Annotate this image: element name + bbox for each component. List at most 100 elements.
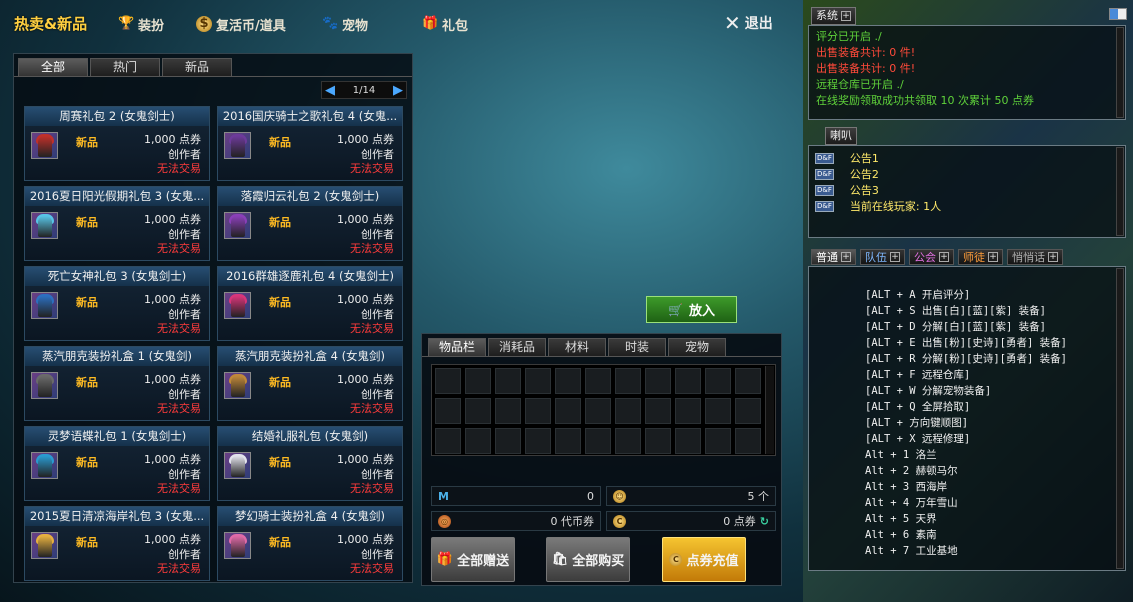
inventory-slot[interactable]: [555, 398, 581, 424]
chat-line: Alt + 1 洛兰: [865, 449, 937, 461]
tab-hot[interactable]: 热门: [90, 58, 160, 76]
recharge-button[interactable]: C 点券充值: [662, 537, 746, 582]
tab-consumables[interactable]: 消耗品: [488, 338, 546, 356]
inventory-panel: 物品栏 消耗品 材料 时装 宠物 M 0 ☺ 5 个 ◎ 0 代币券 C 0 点…: [421, 333, 782, 586]
prev-page-icon[interactable]: ◀: [325, 83, 335, 98]
item-trade-status: 无法交易: [350, 242, 394, 255]
item-thumbnail: [31, 532, 58, 559]
inventory-slot[interactable]: [675, 428, 701, 454]
item-trade-status: 无法交易: [157, 322, 201, 335]
nav-revive-coin-button[interactable]: $ 复活币/道具: [196, 13, 286, 35]
item-card[interactable]: 2016夏日阳光假期礼包 3 (女鬼... 新品 1,000 点券 创作者 无法交易: [24, 186, 210, 261]
inventory-slot[interactable]: [585, 398, 611, 424]
horn-scrollbar[interactable]: [1116, 147, 1124, 236]
chat-scrollbar[interactable]: [1116, 268, 1124, 569]
inventory-slot[interactable]: [615, 428, 641, 454]
item-card[interactable]: 结婚礼服礼包 (女鬼剑) 新品 1,000 点券 创作者 无法交易: [217, 426, 403, 501]
refresh-icon[interactable]: ↻: [760, 515, 769, 528]
tab-fashion[interactable]: 时装: [608, 338, 666, 356]
inventory-slot[interactable]: [525, 398, 551, 424]
inventory-scrollbar[interactable]: [765, 366, 774, 454]
inventory-slot[interactable]: [705, 428, 731, 454]
gift-all-button[interactable]: 🎁 全部赠送: [431, 537, 515, 582]
chat-tab[interactable]: 师徒 +: [958, 249, 1003, 265]
item-card[interactable]: 灵梦语蝶礼包 1 (女鬼剑士) 新品 1,000 点券 创作者 无法交易: [24, 426, 210, 501]
tab-items[interactable]: 物品栏: [428, 338, 486, 356]
inventory-slot[interactable]: [525, 368, 551, 394]
tab-pets[interactable]: 宠物: [668, 338, 726, 356]
chat-tab[interactable]: 悄悄话 +: [1007, 249, 1063, 265]
inventory-slot[interactable]: [675, 398, 701, 424]
inventory-slot[interactable]: [465, 398, 491, 424]
inventory-slot[interactable]: [585, 428, 611, 454]
chat-line: Alt + 3 西海岸: [865, 481, 948, 493]
thumb-figure: [38, 456, 52, 477]
inventory-slot[interactable]: [495, 368, 521, 394]
exit-button[interactable]: ✕ 退出: [724, 13, 773, 33]
item-card[interactable]: 周赛礼包 2 (女鬼剑士) 新品 1,000 点券 创作者 无法交易: [24, 106, 210, 181]
buy-all-label: 全部购买: [572, 554, 625, 569]
inventory-slot[interactable]: [435, 368, 461, 394]
system-message: 评分已开启 ./: [816, 30, 882, 43]
inventory-slot[interactable]: [615, 368, 641, 394]
tab-new[interactable]: 新品: [162, 58, 232, 76]
logo-text-2: &新品: [44, 15, 88, 33]
inventory-slot[interactable]: [435, 428, 461, 454]
inventory-slot[interactable]: [675, 368, 701, 394]
chat-tab[interactable]: 公会 +: [909, 249, 954, 265]
inventory-slot[interactable]: [735, 398, 761, 424]
inventory-slot[interactable]: [735, 368, 761, 394]
chat-line: [ALT + F 远程仓库]: [865, 369, 971, 381]
next-page-icon[interactable]: ▶: [393, 83, 403, 98]
hot-new-logo[interactable]: 热卖&新品: [14, 13, 87, 34]
item-card[interactable]: 2015夏日清凉海岸礼包 3 (女鬼... 新品 1,000 点券 创作者 无法交易: [24, 506, 210, 581]
inventory-slot[interactable]: [465, 368, 491, 394]
item-card[interactable]: 死亡女神礼包 3 (女鬼剑士) 新品 1,000 点券 创作者 无法交易: [24, 266, 210, 341]
inventory-slot[interactable]: [705, 398, 731, 424]
nav-costume-button[interactable]: 🏆 装扮: [118, 13, 164, 35]
tab-all[interactable]: 全部: [18, 58, 88, 76]
nav-costume-label: 装扮: [138, 18, 165, 34]
item-price: 1,000 点券: [337, 133, 394, 146]
inventory-slot[interactable]: [435, 398, 461, 424]
dianquan-wrap: 0 点券 ↻: [723, 513, 769, 529]
item-card[interactable]: 蒸汽朋克装扮礼盒 4 (女鬼剑) 新品 1,000 点券 创作者 无法交易: [217, 346, 403, 421]
inventory-slot[interactable]: [705, 368, 731, 394]
system-scrollbar[interactable]: [1116, 27, 1124, 118]
inventory-slot[interactable]: [585, 368, 611, 394]
inventory-slot[interactable]: [555, 428, 581, 454]
inventory-slot[interactable]: [645, 398, 671, 424]
expand-icon: +: [1048, 252, 1058, 262]
chat-tab[interactable]: 队伍 +: [860, 249, 905, 265]
chat-tab-label: 队伍: [865, 250, 887, 264]
inventory-slot[interactable]: [735, 428, 761, 454]
item-card[interactable]: 2016群雄逐鹿礼包 4 (女鬼剑士) 新品 1,000 点券 创作者 无法交易: [217, 266, 403, 341]
mileage-icon: M: [438, 489, 449, 503]
window-toggle-icon[interactable]: [1109, 8, 1127, 20]
thumb-figure: [231, 376, 245, 397]
item-card[interactable]: 梦幻骑士装扮礼盒 4 (女鬼剑) 新品 1,000 点券 创作者 无法交易: [217, 506, 403, 581]
item-title: 结婚礼服礼包 (女鬼剑): [218, 427, 402, 446]
inventory-slot[interactable]: [555, 368, 581, 394]
chat-tab[interactable]: 普通 +: [811, 249, 856, 265]
buy-all-button[interactable]: 🛍 全部购买: [546, 537, 630, 582]
top-bar: 热卖&新品 🏆 装扮 $ 复活币/道具 🐾 宠物 🎁 礼包 ✕ 退出: [0, 0, 803, 48]
inventory-slot[interactable]: [495, 428, 521, 454]
item-card[interactable]: 2016国庆骑士之歌礼包 4 (女鬼... 新品 1,000 点券 创作者 无法交易: [217, 106, 403, 181]
item-card[interactable]: 蒸汽朋克装扮礼盒 1 (女鬼剑) 新品 1,000 点券 创作者 无法交易: [24, 346, 210, 421]
nav-gift-button[interactable]: 🎁 礼包: [422, 13, 468, 35]
item-card[interactable]: 落霞归云礼包 2 (女鬼剑士) 新品 1,000 点券 创作者 无法交易: [217, 186, 403, 261]
inventory-slot[interactable]: [495, 398, 521, 424]
tab-materials[interactable]: 材料: [548, 338, 606, 356]
put-in-button[interactable]: 🛒 放入: [646, 296, 737, 323]
gift-all-label: 全部赠送: [457, 554, 510, 569]
nav-pet-button[interactable]: 🐾 宠物: [322, 13, 368, 35]
inventory-slot[interactable]: [465, 428, 491, 454]
horn-title[interactable]: 喇叭: [825, 127, 857, 145]
inventory-slot[interactable]: [645, 368, 671, 394]
inventory-slot[interactable]: [615, 398, 641, 424]
inventory-slot[interactable]: [645, 428, 671, 454]
chat-tabs: 普通 + 队伍 + 公会 + 师徒 + 悄悄话 +: [811, 249, 1063, 265]
inventory-slot[interactable]: [525, 428, 551, 454]
system-title[interactable]: 系统 +: [811, 7, 856, 25]
